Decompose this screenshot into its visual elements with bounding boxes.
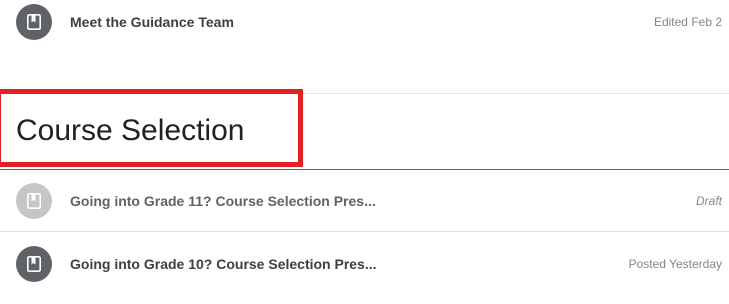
highlight-box	[0, 89, 303, 167]
list-item[interactable]: Meet the Guidance Team Edited Feb 2	[0, 0, 729, 52]
item-title: Going into Grade 11? Course Selection Pr…	[70, 193, 376, 209]
section-divider	[0, 169, 729, 170]
item-status: Draft	[695, 194, 722, 208]
list-item[interactable]: Going into Grade 11? Course Selection Pr…	[0, 171, 729, 232]
bookmark-icon	[16, 4, 52, 40]
item-title: Going into Grade 10? Course Selection Pr…	[70, 256, 377, 272]
item-title: Meet the Guidance Team	[70, 14, 234, 30]
bookmark-icon	[16, 183, 52, 219]
item-status: Posted Yesterday	[628, 257, 722, 271]
bookmark-icon	[16, 246, 52, 282]
item-status: Edited Feb 2	[653, 15, 722, 29]
list-item[interactable]: Going into Grade 10? Course Selection Pr…	[0, 234, 729, 294]
